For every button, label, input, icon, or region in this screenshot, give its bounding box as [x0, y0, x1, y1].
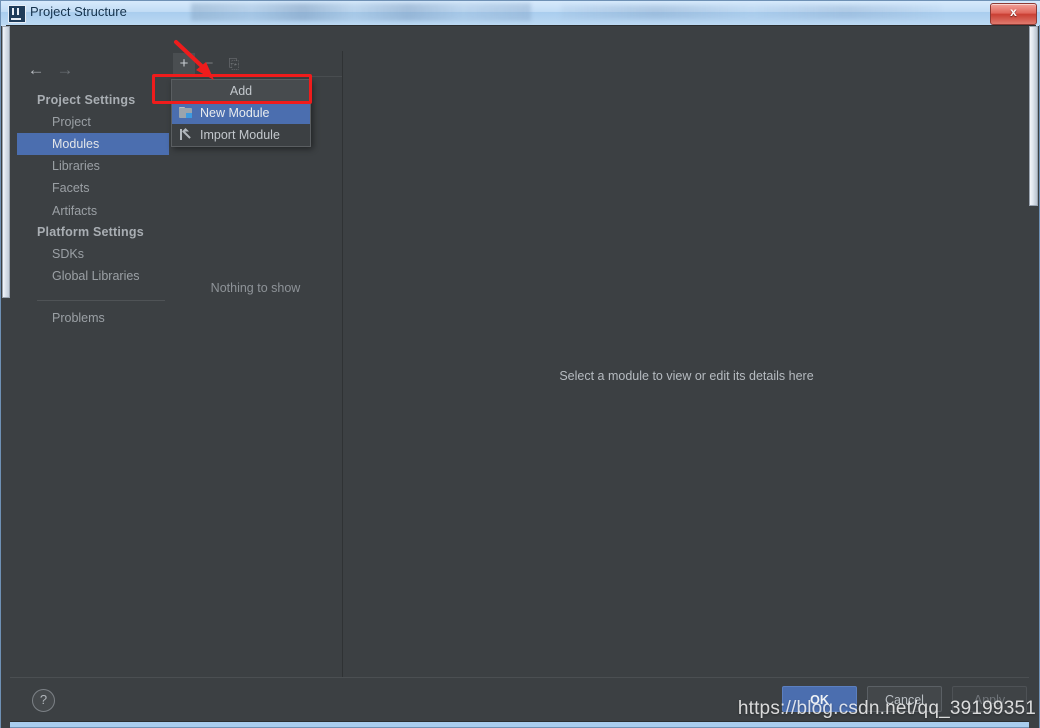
sidebar-item-global-libraries[interactable]: Global Libraries — [17, 265, 169, 287]
settings-sidebar: ← → Project Settings Project Modules Lib… — [17, 51, 170, 700]
screenshot-root: Project Structure x ← → Project Settings… — [0, 0, 1040, 728]
modules-empty-text: Nothing to show — [210, 281, 301, 295]
copy-icon[interactable]: ⎘ — [223, 53, 245, 74]
dialog-footer: ? OK Cancel Apply — [10, 677, 1033, 721]
menu-item-new-module-label: New Module — [200, 106, 270, 120]
module-detail-panel: Select a module to view or edit its deta… — [343, 51, 1030, 700]
obscured-title-region — [191, 3, 531, 21]
sidebar-divider — [37, 300, 165, 301]
forward-arrow-icon[interactable]: → — [54, 60, 76, 80]
right-scrollbar[interactable] — [1029, 26, 1039, 728]
menu-item-import-module-label: Import Module — [200, 128, 280, 142]
close-window-button[interactable]: x — [990, 3, 1037, 25]
sidebar-group-project-settings: Project Settings — [37, 93, 136, 107]
ok-button[interactable]: OK — [782, 686, 857, 712]
sidebar-item-modules[interactable]: Modules — [17, 133, 169, 155]
window-frame: Project Structure x ← → Project Settings… — [0, 0, 1040, 728]
sidebar-item-problems[interactable]: Problems — [17, 307, 169, 329]
sidebar-item-project[interactable]: Project — [17, 111, 169, 133]
window-title: Project Structure — [30, 4, 127, 19]
sidebar-item-facets[interactable]: Facets — [17, 177, 169, 199]
sidebar-group-platform-settings: Platform Settings — [37, 225, 144, 239]
project-structure-dialog: ← → Project Settings Project Modules Lib… — [6, 25, 1036, 722]
import-arrow-icon — [180, 127, 193, 141]
navigation-arrows: ← → — [23, 60, 163, 82]
plus-icon[interactable]: + — [173, 53, 195, 74]
apply-button[interactable]: Apply — [952, 686, 1027, 712]
sidebar-item-sdks[interactable]: SDKs — [17, 243, 169, 265]
obscured-title-region-2 — [561, 5, 941, 19]
left-scrollbar[interactable] — [1, 26, 10, 728]
popup-menu-header: Add — [172, 80, 310, 102]
menu-item-new-module[interactable]: New Module — [172, 102, 310, 124]
left-scrollbar-thumb[interactable] — [2, 26, 10, 298]
back-arrow-icon[interactable]: ← — [25, 60, 47, 80]
question-mark-icon[interactable]: ? — [32, 689, 55, 712]
title-bar: Project Structure x — [1, 1, 1040, 25]
minus-icon[interactable]: − — [198, 53, 220, 74]
sidebar-item-artifacts[interactable]: Artifacts — [17, 200, 169, 222]
cancel-button[interactable]: Cancel — [867, 686, 942, 712]
add-popup-menu: Add New Module Import Module — [171, 79, 311, 147]
close-icon: x — [1010, 5, 1017, 19]
folder-module-icon — [179, 107, 193, 118]
modules-toolbar: + − ⎘ — [169, 51, 342, 77]
modules-panel: + − ⎘ Nothing to show — [169, 51, 343, 700]
menu-item-import-module[interactable]: Import Module — [172, 124, 310, 146]
right-scrollbar-thumb[interactable] — [1029, 26, 1038, 206]
intellij-idea-icon — [8, 5, 26, 23]
module-detail-placeholder: Select a module to view or edit its deta… — [559, 369, 814, 383]
sidebar-item-libraries[interactable]: Libraries — [17, 155, 169, 177]
